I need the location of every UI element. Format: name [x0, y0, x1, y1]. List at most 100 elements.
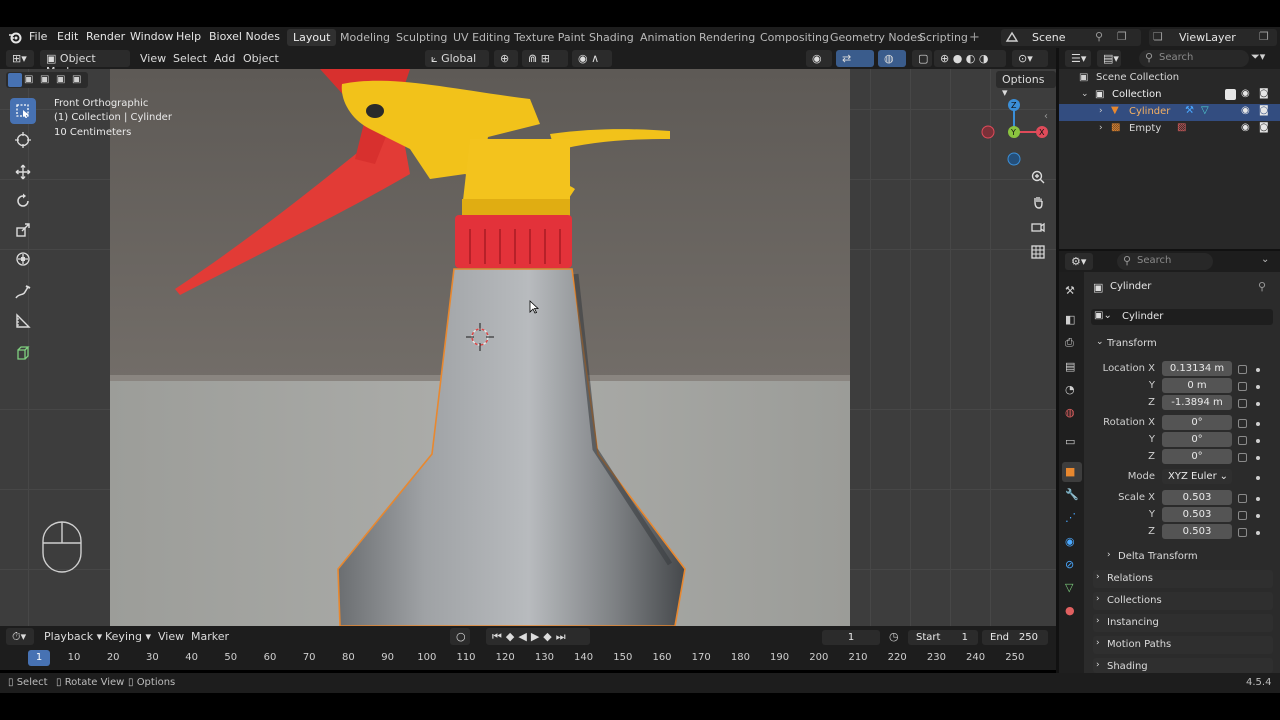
workspace-tab-shading[interactable]: Shading — [583, 29, 640, 46]
lock-icon[interactable] — [1238, 365, 1247, 374]
output-tab-icon[interactable]: ⎙ — [1065, 336, 1079, 350]
rotation-y-field[interactable]: 0° — [1162, 432, 1232, 447]
measure-tool[interactable] — [10, 308, 36, 334]
render-tab-icon[interactable]: ◧ — [1065, 313, 1079, 327]
menu-marker[interactable]: Marker — [191, 630, 229, 643]
selection-mode-buttons[interactable]: ▣ ▣ ▣ ▣ — [6, 72, 88, 88]
workspace-tab-compositing[interactable]: Compositing — [754, 29, 835, 46]
menu-playback[interactable]: Playback ▾ — [44, 630, 102, 643]
filter-icon[interactable]: ⏷▾ — [1251, 50, 1265, 64]
properties-editor-type-button[interactable]: ⚙▾ — [1065, 253, 1093, 270]
select-new-icon[interactable] — [8, 73, 22, 87]
keyframe-dot-icon[interactable] — [1256, 497, 1260, 501]
object-tab-icon[interactable]: ■ — [1065, 465, 1079, 479]
world-tab-icon[interactable]: ◍ — [1065, 406, 1079, 420]
3d-cursor-icon[interactable] — [466, 323, 494, 354]
3d-viewport[interactable]: Front Orthographic (1) Collection | Cyli… — [0, 69, 1056, 626]
lock-icon[interactable] — [1238, 528, 1247, 537]
workspace-tab-modeling[interactable]: Modeling — [334, 29, 396, 46]
physics-tab-icon[interactable]: ◉ — [1065, 535, 1079, 549]
transform-tool[interactable] — [10, 246, 36, 272]
collection-tab-icon[interactable]: ▭ — [1065, 435, 1079, 449]
location-y-field[interactable]: 0 m — [1162, 378, 1232, 393]
lock-icon[interactable] — [1238, 382, 1247, 391]
pin-icon[interactable]: ⚲ — [1095, 30, 1103, 43]
auto-keying-button[interactable]: ○ — [450, 628, 470, 645]
tool-tab-icon[interactable]: ⚒ — [1065, 284, 1079, 298]
gizmo-toggle-button[interactable]: ⇄ — [836, 50, 874, 67]
current-frame-field[interactable]: 1 — [822, 630, 880, 645]
timeline-ruler[interactable]: 1 10 20 30 40 50 60 70 80 90 100 110 120 130 140 150 160… — [0, 648, 1056, 670]
menu-timeline-view[interactable]: View — [158, 630, 184, 643]
collection-checkbox[interactable] — [1225, 89, 1236, 100]
lock-icon[interactable] — [1238, 436, 1247, 445]
expand-chevron-icon[interactable]: ⌄ — [1081, 89, 1089, 99]
instancing-panel[interactable]: › Instancing — [1093, 614, 1273, 632]
mode-selector[interactable]: ▣ Object Mode ▾ — [40, 50, 130, 78]
copy-icon[interactable]: ❐ — [1117, 30, 1127, 43]
visibility-eye-icon[interactable]: ◉ — [1241, 122, 1250, 133]
select-extend-icon[interactable]: ▣ — [24, 74, 33, 85]
view-layer-tab-icon[interactable]: ▤ — [1065, 360, 1079, 374]
location-z-field[interactable]: -1.3894 m — [1162, 395, 1232, 410]
rotation-z-field[interactable]: 0° — [1162, 449, 1232, 464]
menu-view[interactable]: View — [140, 52, 166, 65]
blender-logo-icon[interactable] — [8, 30, 22, 47]
menu-bioxel-nodes[interactable]: Bioxel Nodes — [209, 30, 280, 43]
timeline-editor-type-button[interactable]: ⏱▾ — [6, 628, 34, 645]
menu-object[interactable]: Object — [243, 52, 279, 65]
overlay-toggle-button[interactable]: ◍ — [878, 50, 906, 67]
workspace-tab-texture-paint[interactable]: Texture Paint — [508, 29, 591, 46]
menu-keying[interactable]: Keying ▾ — [105, 630, 151, 643]
select-invert-icon[interactable]: ▣ — [56, 74, 65, 85]
keyframe-dot-icon[interactable] — [1256, 402, 1260, 406]
pivot-point-button[interactable]: ⊕ — [494, 50, 518, 67]
workspace-tab-rendering[interactable]: Rendering — [693, 29, 761, 46]
collections-panel[interactable]: › Collections — [1093, 592, 1273, 610]
render-camera-icon[interactable]: ◙ — [1259, 88, 1269, 99]
keyframe-dot-icon[interactable] — [1256, 368, 1260, 372]
object-name-field[interactable]: ▣⌄ Cylinder — [1091, 309, 1273, 325]
rotate-tool[interactable] — [10, 188, 36, 214]
proportional-editing-button[interactable]: ◉ ∧ — [572, 50, 612, 67]
outliner-editor-type-button[interactable]: ☰▾ — [1065, 50, 1091, 67]
display-mode-button[interactable]: ▤▾ — [1097, 50, 1121, 67]
menu-render[interactable]: Render — [86, 30, 125, 43]
visibility-toggle-button[interactable]: ◉ — [806, 50, 832, 67]
zoom-button[interactable] — [1026, 165, 1050, 189]
transform-panel-header[interactable]: ⌄ Transform — [1093, 335, 1273, 353]
clock-icon[interactable]: ◷ — [889, 630, 899, 643]
keyframe-dot-icon[interactable] — [1256, 531, 1260, 535]
projection-toggle[interactable] — [1026, 240, 1050, 264]
pin-icon[interactable]: ⚲ — [1258, 280, 1266, 293]
select-box-tool[interactable] — [10, 98, 36, 124]
scene-selector[interactable]: Scene ⚲ ❐ — [1001, 29, 1141, 46]
keyframe-dot-icon[interactable] — [1256, 476, 1260, 480]
rotation-mode-dropdown[interactable]: XYZ Euler ⌄ — [1162, 469, 1232, 484]
scale-y-field[interactable]: 0.503 — [1162, 507, 1232, 522]
properties-search-input[interactable]: ⚲ Search — [1117, 253, 1213, 270]
scale-z-field[interactable]: 0.503 — [1162, 524, 1232, 539]
expand-chevron-icon[interactable]: › — [1099, 106, 1103, 116]
outliner-scene-collection-row[interactable]: ▣ Scene Collection — [1059, 70, 1280, 87]
keyframe-dot-icon[interactable] — [1256, 385, 1260, 389]
visibility-eye-icon[interactable]: ◉ — [1241, 88, 1250, 99]
menu-edit[interactable]: Edit — [57, 30, 78, 43]
location-x-field[interactable]: 0.13134 m — [1162, 361, 1232, 376]
render-camera-icon[interactable]: ◙ — [1259, 122, 1269, 133]
transform-orientation-dropdown[interactable]: ⟀ Global ▾ — [425, 50, 489, 79]
constraints-tab-icon[interactable]: ⊘ — [1065, 558, 1079, 572]
workspace-tab-uv-editing[interactable]: UV Editing — [447, 29, 516, 46]
camera-view-button[interactable]: ⊙▾ — [1012, 50, 1048, 67]
scene-tab-icon[interactable]: ◔ — [1065, 383, 1079, 397]
select-intersect-icon[interactable]: ▣ — [72, 74, 81, 85]
workspace-tab-layout[interactable]: Layout — [287, 29, 337, 46]
material-tab-icon[interactable]: ● — [1065, 604, 1079, 618]
shading-mode-buttons[interactable]: ⊕ ● ◐ ◑ — [934, 50, 1006, 67]
visibility-eye-icon[interactable]: ◉ — [1241, 105, 1250, 116]
outliner-search-input[interactable]: ⚲ Search — [1139, 50, 1249, 67]
data-tab-icon[interactable]: ▽ — [1065, 581, 1079, 595]
particles-tab-icon[interactable]: ⋰ — [1065, 511, 1079, 525]
lock-icon[interactable] — [1238, 399, 1247, 408]
motion-paths-panel[interactable]: › Motion Paths — [1093, 636, 1273, 654]
